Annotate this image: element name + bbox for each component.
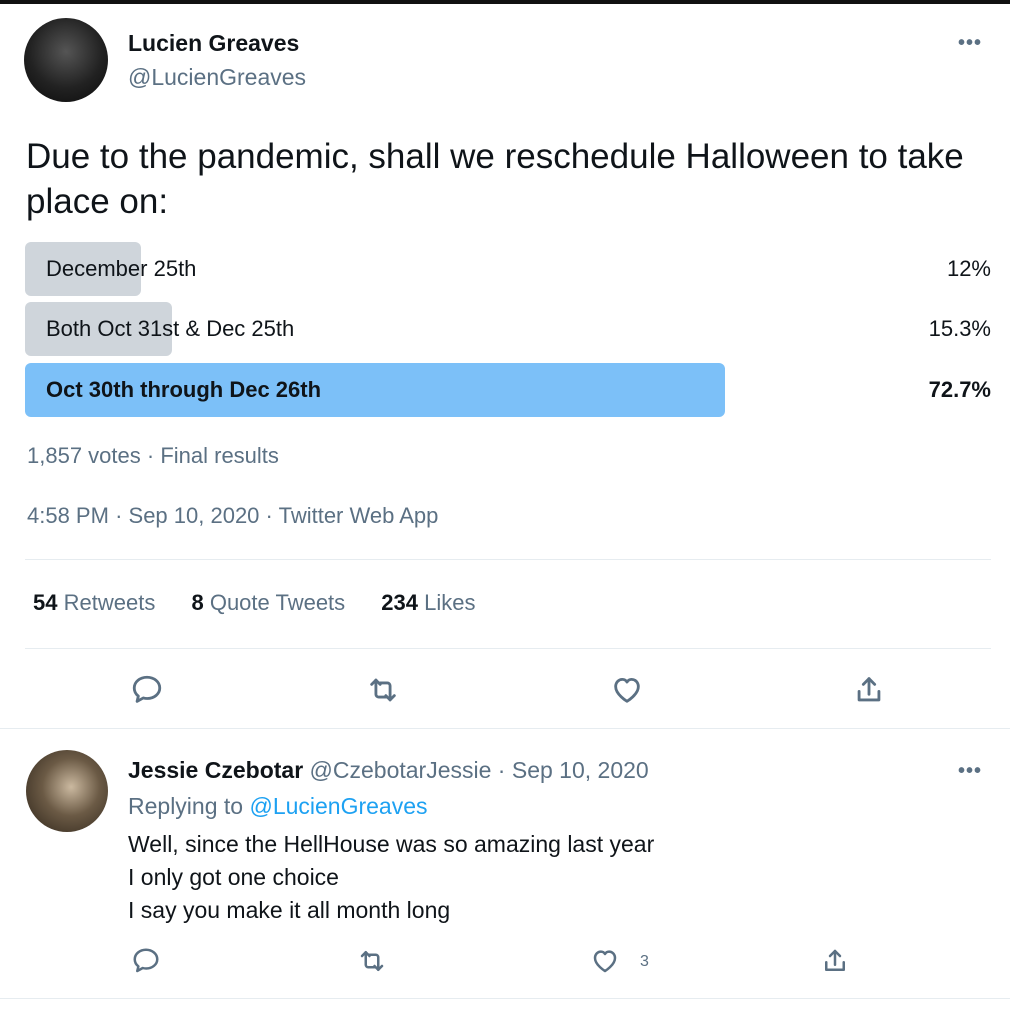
retweets-count: 54 [33, 590, 58, 615]
poll-option-winner: Oct 30th through Dec 26th 72.7% [25, 363, 991, 417]
reply-date[interactable]: Sep 10, 2020 [512, 757, 649, 783]
likes-stat[interactable]: 234 Likes [381, 590, 475, 615]
reply-header: Jessie Czebotar @CzebotarJessie · Sep 10… [128, 757, 649, 784]
poll-option-percent: 15.3% [928, 316, 991, 341]
poll-option: December 25th 12% [25, 242, 991, 296]
tweet-text: Due to the pandemic, shall we reschedule… [26, 137, 964, 221]
reply-author-name[interactable]: Jessie Czebotar [128, 757, 303, 783]
quote-tweets-label: Quote Tweets [209, 590, 346, 615]
author-name[interactable]: Lucien Greaves [128, 30, 299, 57]
share-icon[interactable] [852, 673, 886, 707]
share-icon[interactable] [820, 946, 850, 976]
poll-summary: 1,857 votes · Final results [27, 443, 279, 469]
like-icon[interactable] [610, 673, 644, 707]
tweet-stats: 54 Retweets 8 Quote Tweets 234 Likes [33, 590, 506, 616]
reply-text-line: I say you make it all month long [128, 897, 451, 923]
retweet-icon[interactable] [366, 673, 400, 707]
reply-text: Well, since the HellHouse was so amazing… [128, 828, 654, 927]
poll-option: Both Oct 31st & Dec 25th 15.3% [25, 302, 991, 356]
poll-option-percent: 12% [946, 256, 991, 281]
reply-author-handle[interactable]: @CzebotarJessie [310, 757, 492, 783]
separator: · [265, 503, 279, 528]
poll-option-percent: 72.7% [928, 377, 991, 402]
reply-icon[interactable] [130, 673, 164, 707]
more-icon[interactable]: ••• [958, 32, 982, 55]
divider [25, 559, 991, 560]
retweets-stat[interactable]: 54 Retweets [33, 590, 155, 615]
quote-tweets-stat[interactable]: 8 Quote Tweets [191, 590, 345, 615]
poll-status: Final results [160, 443, 279, 468]
poll-option-label: Oct 30th through Dec 26th [46, 377, 322, 402]
likes-label: Likes [424, 590, 476, 615]
tweet-time[interactable]: 4:58 PM [27, 503, 109, 528]
like-icon[interactable] [590, 946, 620, 976]
divider [0, 998, 1010, 999]
reply-text-line: Well, since the HellHouse was so amazing… [128, 831, 655, 857]
divider [0, 728, 1010, 729]
quote-tweets-count: 8 [191, 590, 204, 615]
retweet-icon[interactable] [357, 946, 387, 976]
replying-to: Replying to @LucienGreaves [128, 793, 428, 820]
divider [25, 648, 991, 649]
top-border [0, 0, 1010, 4]
tweet-source[interactable]: Twitter Web App [279, 503, 439, 528]
separator: · [497, 757, 506, 783]
poll-option-label: Both Oct 31st & Dec 25th [46, 316, 295, 341]
reply-icon[interactable] [131, 946, 161, 976]
replying-to-label: Replying to [128, 793, 244, 819]
poll-option-label: December 25th [46, 256, 197, 281]
separator: · [146, 443, 161, 468]
like-count: 3 [640, 953, 649, 970]
reply-text-line: I only got one choice [128, 864, 339, 890]
retweets-label: Retweets [63, 590, 156, 615]
likes-count: 234 [381, 590, 419, 615]
more-icon[interactable]: ••• [958, 760, 982, 783]
tweet-timestamp: 4:58 PM · Sep 10, 2020 · Twitter Web App [27, 503, 438, 529]
avatar[interactable] [24, 18, 108, 102]
author-handle[interactable]: @LucienGreaves [128, 64, 306, 91]
replying-to-handle[interactable]: @LucienGreaves [249, 793, 427, 819]
tweet-date[interactable]: Sep 10, 2020 [129, 503, 260, 528]
poll-votes: 1,857 votes [27, 443, 141, 468]
avatar[interactable] [26, 750, 108, 832]
separator: · [115, 503, 129, 528]
